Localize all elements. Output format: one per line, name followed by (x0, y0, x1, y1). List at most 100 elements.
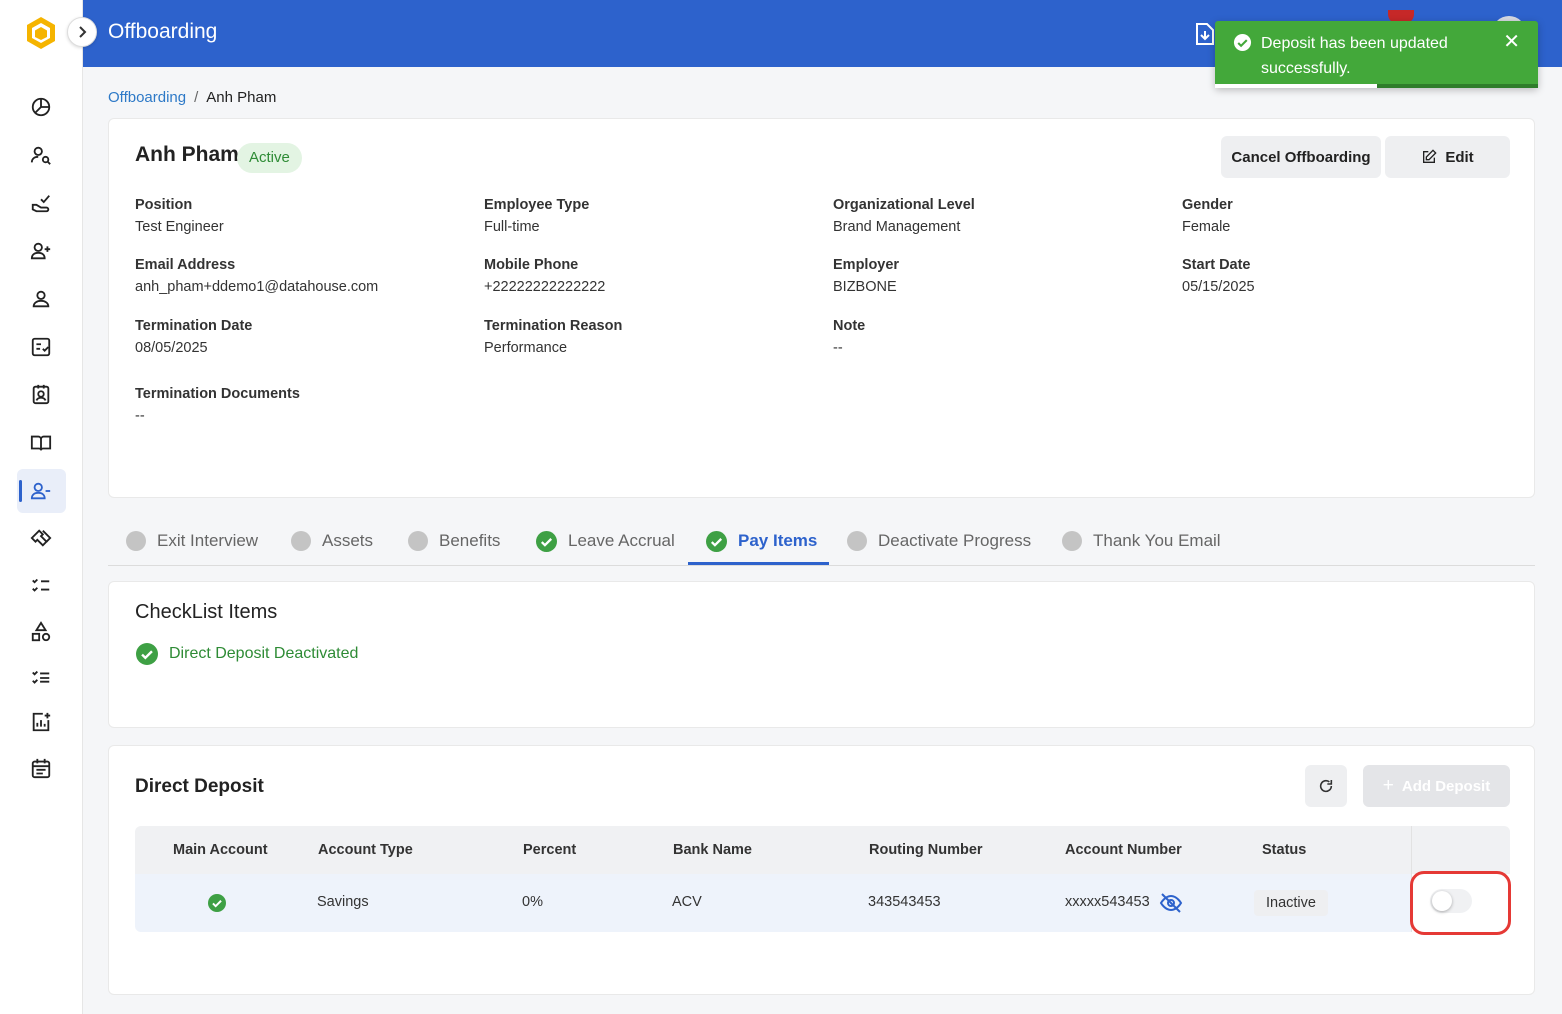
checklist-item-label: Direct Deposit Deactivated (169, 645, 359, 662)
routing-number-cell: 343543453 (868, 894, 941, 910)
employee-card: Anh Pham Active Cancel Offboarding Edit … (108, 118, 1535, 498)
pending-dot-icon (408, 531, 428, 551)
user-remove-icon[interactable] (27, 477, 55, 505)
chevron-right-icon (79, 26, 87, 38)
check-circle-icon (536, 530, 557, 552)
checklist-card: CheckList Items Direct Deposit Deactivat… (108, 581, 1535, 728)
tab-assets[interactable]: Assets (291, 516, 373, 566)
bank-name-cell: ACV (672, 894, 702, 910)
tab-pay-items[interactable]: Pay Items (706, 516, 817, 566)
field-mobile-phone: Mobile Phone +22222222222222 (484, 257, 606, 295)
toast-progress-fill (1215, 84, 1377, 88)
breadcrumb-current: Anh Pham (206, 89, 277, 106)
column-header[interactable]: Account Number (1065, 842, 1182, 858)
app-logo-icon[interactable] (23, 15, 59, 51)
sidebar (0, 0, 83, 1014)
report-add-icon[interactable] (27, 708, 55, 736)
refresh-button[interactable] (1305, 765, 1347, 807)
refresh-icon (1319, 779, 1333, 793)
checklist-doc-icon[interactable] (27, 333, 55, 361)
checklist-item: Direct Deposit Deactivated (136, 643, 358, 665)
percent-cell: 0% (522, 894, 543, 910)
cancel-offboarding-button[interactable]: Cancel Offboarding (1221, 136, 1381, 178)
tab-deactivate-progress[interactable]: Deactivate Progress (847, 516, 1031, 566)
toast-message: Deposit has been updated successfully. (1261, 35, 1448, 77)
direct-deposit-table: Main Account Account Type Percent Bank N… (135, 826, 1510, 932)
checklist-title: CheckList Items (135, 601, 278, 623)
table-header: Main Account Account Type Percent Bank N… (135, 826, 1510, 874)
add-deposit-button[interactable]: + Add Deposit (1363, 765, 1510, 807)
tab-thank-you-email[interactable]: Thank You Email (1062, 516, 1221, 566)
user-add-icon[interactable] (27, 237, 55, 265)
cancel-offboarding-label: Cancel Offboarding (1231, 148, 1371, 166)
field-employee-type: Employee Type Full-time (484, 197, 590, 235)
deposit-active-toggle[interactable] (1430, 889, 1472, 913)
calendar-icon[interactable] (27, 754, 55, 782)
tab-exit-interview[interactable]: Exit Interview (126, 516, 258, 566)
main-account-check-icon (208, 894, 226, 917)
check-circle-icon (1233, 33, 1252, 57)
page-title: Offboarding (108, 20, 218, 43)
column-header[interactable]: Percent (523, 842, 576, 858)
column-header[interactable]: Routing Number (869, 842, 983, 858)
eye-off-icon[interactable] (1159, 892, 1183, 919)
toast-progress-track (1215, 84, 1538, 88)
field-position: Position Test Engineer (135, 197, 224, 235)
field-organizational-level: Organizational Level Brand Management (833, 197, 975, 235)
tab-benefits[interactable]: Benefits (408, 516, 500, 566)
active-tab-underline (688, 562, 829, 565)
field-gender: Gender Female (1182, 197, 1233, 235)
field-termination-documents: Termination Documents -- (135, 386, 300, 424)
pending-dot-icon (1062, 531, 1082, 551)
offboarding-tabs: Exit Interview Assets Benefits Leave Acc… (108, 516, 1535, 566)
direct-deposit-title: Direct Deposit (135, 776, 264, 797)
column-header[interactable]: Main Account (173, 842, 268, 858)
toggle-knob (1432, 891, 1452, 911)
account-type-cell: Savings (317, 894, 369, 910)
hand-check-icon[interactable] (27, 189, 55, 217)
breadcrumb-separator: / (194, 89, 199, 106)
nav-active-indicator (19, 480, 22, 502)
shapes-icon[interactable] (27, 618, 55, 646)
sidebar-toggle-button[interactable] (67, 17, 97, 47)
pending-dot-icon (847, 531, 867, 551)
plus-icon: + (1382, 775, 1394, 796)
book-icon[interactable] (27, 429, 55, 457)
edit-icon (1423, 149, 1437, 163)
field-note: Note -- (833, 318, 866, 356)
field-start-date: Start Date 05/15/2025 (1182, 257, 1255, 295)
download-file-icon[interactable] (1195, 22, 1215, 51)
field-employer: Employer BIZBONE (833, 257, 900, 295)
handshake-icon[interactable] (27, 524, 55, 552)
action-column (1411, 826, 1510, 932)
task-list-icon[interactable] (27, 571, 55, 599)
breadcrumb-parent-link[interactable]: Offboarding (108, 89, 186, 106)
dashboard-icon[interactable] (27, 93, 55, 121)
breadcrumb: Offboarding / Anh Pham (108, 89, 276, 106)
user-search-icon[interactable] (27, 141, 55, 169)
pending-dot-icon (126, 531, 146, 551)
action-column-header (1412, 826, 1510, 874)
column-header[interactable]: Status (1262, 842, 1306, 858)
edit-label: Edit (1445, 148, 1474, 166)
field-termination-date: Termination Date 08/05/2025 (135, 318, 253, 356)
account-number-cell: xxxxx543453 (1065, 894, 1150, 910)
status-badge: Inactive (1254, 890, 1328, 916)
check-circle-icon (706, 530, 727, 552)
success-toast: Deposit has been updated successfully. ✕ (1215, 21, 1538, 88)
column-header[interactable]: Account Type (318, 842, 413, 858)
field-termination-reason: Termination Reason Performance (484, 318, 623, 356)
employee-name: Anh Pham (135, 143, 239, 166)
toast-close-button[interactable]: ✕ (1503, 29, 1520, 54)
numbered-list-icon[interactable] (27, 664, 55, 692)
tab-leave-accrual[interactable]: Leave Accrual (536, 516, 675, 566)
id-badge-icon[interactable] (27, 380, 55, 408)
field-email: Email Address anh_pham+ddemo1@datahouse.c… (135, 257, 379, 295)
add-deposit-label: Add Deposit (1401, 777, 1491, 795)
edit-button[interactable]: Edit (1385, 136, 1510, 178)
pending-dot-icon (291, 531, 311, 551)
direct-deposit-card: Direct Deposit + Add Deposit Main Accoun… (108, 745, 1535, 995)
check-circle-icon (136, 643, 158, 665)
column-header[interactable]: Bank Name (673, 842, 752, 858)
user-icon[interactable] (27, 285, 55, 313)
